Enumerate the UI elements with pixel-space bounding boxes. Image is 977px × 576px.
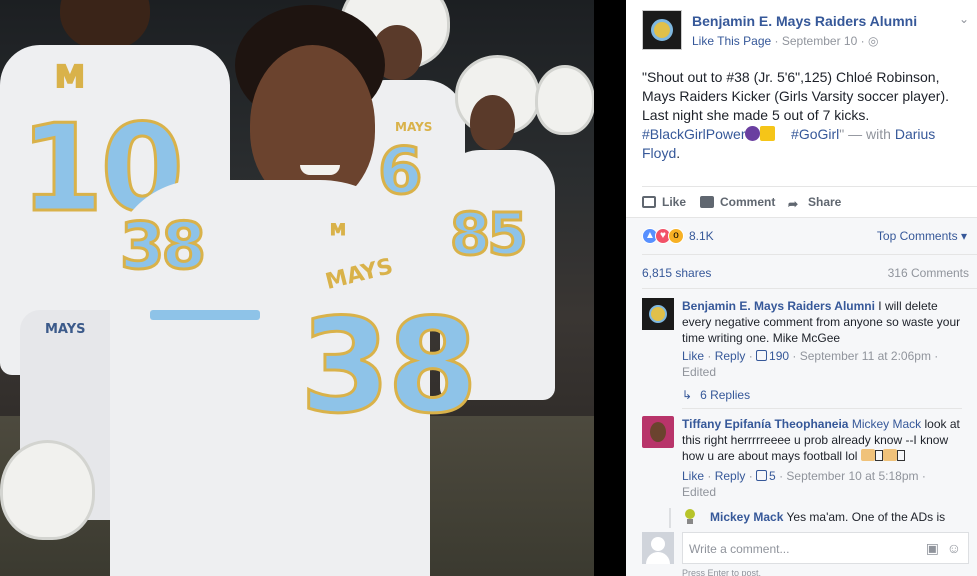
thumbs-up-icon xyxy=(756,350,768,361)
edited-label[interactable]: Edited xyxy=(682,485,716,499)
team-photo-scene: 10 M MAYS 6 MAYS 85 38 38 MAYS M xyxy=(0,0,594,576)
comment-like-link[interactable]: Like xyxy=(682,349,704,363)
composer-icons: ▣ ☺ xyxy=(926,540,961,557)
comment-author[interactable]: Tiffany Epifanía Theophaneia xyxy=(682,417,848,431)
comment-author[interactable]: Benjamin E. Mays Raiders Alumni xyxy=(682,299,875,313)
raised-hands-emoji-icon xyxy=(882,449,897,461)
raised-hands-emoji-icon xyxy=(860,449,875,461)
comment-like-link[interactable]: Like xyxy=(682,469,704,483)
jersey-number: 38 xyxy=(118,209,207,286)
shares-link[interactable]: 6,815 shares xyxy=(642,266,711,280)
replies-label: 6 Replies xyxy=(700,388,751,402)
avatar-face xyxy=(650,422,666,442)
comment-meta: Like · Reply · 190 · September 11 at 2:0… xyxy=(682,349,939,379)
helmet xyxy=(0,440,95,540)
top-comments-label: Top Comments xyxy=(876,229,958,243)
avatar-body xyxy=(646,552,670,564)
sleeve-stripe xyxy=(150,310,260,320)
reply-arrow-icon: ↳ xyxy=(682,388,693,402)
composer-hint: Press Enter to post. xyxy=(682,568,762,576)
wow-reaction-icon: o xyxy=(668,227,684,244)
comment-placeholder: Write a comment... xyxy=(689,542,790,556)
emoji-icon[interactable]: ☺ xyxy=(947,540,961,556)
helmet xyxy=(535,65,594,135)
reply-thread-line xyxy=(669,508,671,528)
lightbulb-icon xyxy=(685,509,695,519)
avatar xyxy=(642,532,674,564)
divider xyxy=(642,254,977,255)
post-photo[interactable]: 10 M MAYS 6 MAYS 85 38 38 MAYS M xyxy=(0,0,626,576)
jersey-letter: M xyxy=(54,59,86,96)
pants-text: MAYS xyxy=(45,322,86,337)
view-replies-link[interactable]: ↳ 6 Replies xyxy=(682,388,750,402)
comments-count[interactable]: 316 Comments xyxy=(888,266,969,280)
comment-text: Yes ma'am. One of the ADs is xyxy=(786,510,946,524)
avatar-head xyxy=(651,537,665,551)
lightbulb-base xyxy=(687,519,693,524)
comment-time[interactable]: September 11 at 2:06pm xyxy=(800,349,931,363)
edited-label[interactable]: Edited xyxy=(682,365,716,379)
jersey-text: MAYS xyxy=(395,120,433,134)
jersey-number: 38 xyxy=(299,289,480,444)
comment-reply-link[interactable]: Reply xyxy=(715,469,746,483)
unknown-glyph-icon xyxy=(896,450,905,461)
jersey-number: 85 xyxy=(449,199,530,270)
camera-icon[interactable]: ▣ xyxy=(926,540,939,556)
top-comments-dropdown[interactable]: Top Comments ▾ xyxy=(877,229,967,243)
avatar[interactable] xyxy=(642,298,674,330)
player-face xyxy=(470,95,515,150)
jersey-letter: M xyxy=(330,220,347,240)
comment-author[interactable]: Mickey Mack xyxy=(710,510,783,524)
comment-like-count[interactable]: 5 xyxy=(769,469,776,483)
avatar[interactable] xyxy=(642,416,674,448)
player-smile xyxy=(300,165,340,175)
reaction-summary[interactable]: ▲ ♥ o 8.1K xyxy=(642,227,714,247)
divider xyxy=(642,288,977,289)
reply-body: Mickey Mack Yes ma'am. One of the ADs is xyxy=(710,510,972,524)
player-head xyxy=(60,0,150,50)
thumbs-up-icon xyxy=(756,470,768,481)
comments-layer: ▲ ♥ o 8.1K Top Comments ▾ 6,815 shares 316 … xyxy=(626,0,977,576)
reaction-count[interactable]: 8.1K xyxy=(689,229,714,243)
comment-body: Tiffany Epifanía Theophaneia Mickey Mack… xyxy=(682,416,967,500)
comment-time[interactable]: September 10 at 5:18pm xyxy=(786,469,918,483)
jersey-number: 6 xyxy=(377,134,424,211)
divider xyxy=(682,408,962,409)
mention-link[interactable]: Mickey Mack xyxy=(852,417,921,431)
comment-body: Benjamin E. Mays Raiders Alumni I will d… xyxy=(682,298,967,380)
caret-down-icon: ▾ xyxy=(960,229,967,243)
unknown-glyph-icon xyxy=(874,450,883,461)
comment-meta: Like · Reply · 5 · September 10 at 5:18p… xyxy=(682,469,926,499)
comment-reply-link[interactable]: Reply xyxy=(715,349,746,363)
comment-like-count[interactable]: 190 xyxy=(769,349,789,363)
crest-icon xyxy=(649,305,667,323)
avatar[interactable] xyxy=(682,509,698,525)
